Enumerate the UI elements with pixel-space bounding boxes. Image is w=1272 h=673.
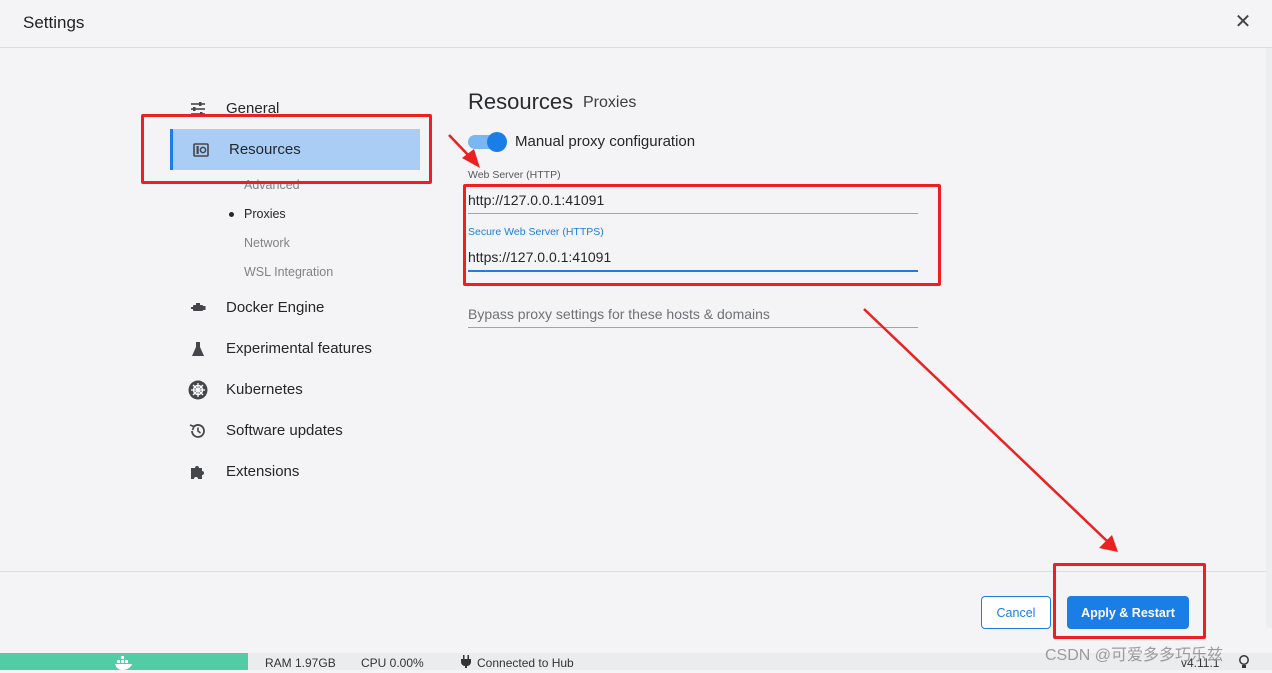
close-icon[interactable]: ✕ — [1233, 10, 1253, 34]
sidebar-subitem-network[interactable]: Network — [244, 233, 290, 253]
sidebar-item-software-updates[interactable]: Software updates — [170, 410, 420, 451]
bypass-proxy-field[interactable] — [468, 301, 918, 328]
sidebar-item-kubernetes[interactable]: Kubernetes — [170, 369, 420, 410]
sidebar-item-docker-engine[interactable]: Docker Engine — [170, 287, 420, 328]
history-icon — [170, 422, 226, 440]
plug-icon — [461, 655, 471, 671]
engine-icon — [170, 302, 226, 314]
annotation-box-resources — [141, 114, 432, 184]
toggle-knob — [487, 132, 507, 152]
http-field-label: Web Server (HTTP) — [468, 169, 561, 181]
sidebar-item-label: Extensions — [226, 463, 300, 480]
manual-proxy-label: Manual proxy configuration — [515, 133, 696, 150]
active-dot-icon — [229, 212, 234, 217]
puzzle-icon — [170, 463, 226, 481]
docker-status-indicator[interactable] — [0, 653, 248, 670]
page-subtitle: Proxies — [583, 94, 637, 111]
watermark: CSDN @可爱多多巧乐兹 — [1045, 647, 1224, 664]
sidebar-subitem-label: Proxies — [244, 207, 286, 221]
annotation-box-apply — [1053, 563, 1206, 639]
annotation-arrow-apply — [863, 308, 1108, 542]
manual-proxy-toggle[interactable] — [468, 132, 507, 152]
sidebar-item-experimental-features[interactable]: Experimental features — [170, 328, 420, 369]
bulb-icon[interactable] — [1238, 655, 1250, 672]
title-bar: Settings ✕ — [0, 0, 1272, 48]
sidebar-item-extensions[interactable]: Extensions — [170, 451, 420, 492]
hub-connection-status: Connected to Hub — [477, 656, 574, 670]
ram-usage: RAM 1.97GB — [265, 656, 336, 670]
sidebar-subitem-proxies[interactable]: Proxies — [229, 204, 286, 224]
flask-icon — [170, 341, 226, 357]
cpu-usage: CPU 0.00% — [361, 656, 424, 670]
helm-icon — [170, 380, 226, 400]
window-title: Settings — [23, 13, 85, 32]
whale-icon — [114, 655, 134, 673]
sidebar-item-label: Experimental features — [226, 340, 372, 357]
sidebar-item-label: Kubernetes — [226, 381, 303, 398]
sidebar-item-label: Docker Engine — [226, 299, 325, 316]
annotation-box-proxy-fields — [463, 184, 941, 286]
sidebar-item-label: Software updates — [226, 422, 343, 439]
cancel-button[interactable]: Cancel — [981, 596, 1051, 629]
scrollbar[interactable] — [1266, 48, 1272, 628]
annotation-arrowhead-apply — [1099, 535, 1118, 552]
page-title: Resources — [468, 89, 574, 114]
sidebar-subitem-wsl-integration[interactable]: WSL Integration — [244, 262, 333, 282]
